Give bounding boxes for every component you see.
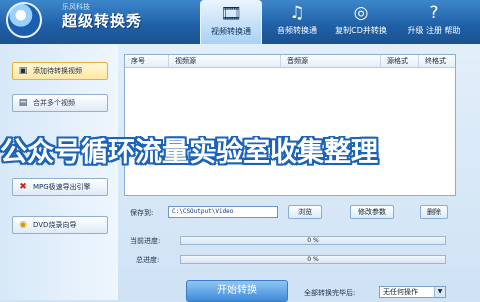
header-bar: 乐风科技 超级转换秀 🎞 视频转换通 ♫ 音频转换通 ◎ 复制CD并转换 ? 升… bbox=[0, 0, 480, 44]
save-path-field[interactable]: C:\CSOutput\Video bbox=[168, 206, 278, 218]
tab-audio-convert[interactable]: ♫ 音频转换通 bbox=[266, 0, 328, 44]
current-progress-bar: 0 % bbox=[180, 236, 446, 245]
total-progress-label: 总进度: bbox=[136, 256, 160, 264]
tab-label: 音频转换通 bbox=[277, 26, 317, 35]
sidebar-item-add-video[interactable]: ▣ 添加待转换视频 bbox=[12, 62, 108, 80]
current-progress-label: 当前进度: bbox=[130, 237, 161, 245]
column-header[interactable]: 音频源 bbox=[281, 55, 381, 67]
sidebar: ▣ 添加待转换视频 ▤ 合并多个视频 ✖ MPG极速导出引擎 ◉ DVD烧录向导 bbox=[0, 44, 118, 300]
conversion-list[interactable]: 序号 视频源 音频源 源格式 终格式 bbox=[124, 54, 456, 196]
tab-label: 升级 注册 帮助 bbox=[407, 26, 461, 35]
after-finish-label: 全部转换完毕后: bbox=[304, 289, 356, 297]
sidebar-item-label: DVD烧录向导 bbox=[33, 221, 77, 229]
watermark-text: 公众号循环流量实验室收集整理 bbox=[0, 137, 378, 168]
save-to-label: 保存到: bbox=[130, 209, 154, 217]
after-finish-select[interactable]: 无任何操作 ▼ bbox=[379, 286, 446, 298]
column-header[interactable]: 源格式 bbox=[381, 55, 419, 67]
sidebar-item-label: 添加待转换视频 bbox=[33, 67, 82, 75]
music-note-icon: ♫ bbox=[289, 3, 305, 23]
tab-upgrade-register-help[interactable]: ? 升级 注册 帮助 bbox=[394, 0, 474, 44]
tab-label: 复制CD并转换 bbox=[335, 26, 387, 35]
mpg-export-icon: ✖ bbox=[19, 182, 27, 192]
total-progress-bar: 0 % bbox=[180, 255, 446, 264]
sidebar-item-label: 合并多个视频 bbox=[33, 99, 75, 107]
app-title: 超级转换秀 bbox=[62, 12, 143, 30]
column-header[interactable]: 视频源 bbox=[169, 55, 281, 67]
sidebar-item-label: MPG极速导出引擎 bbox=[33, 183, 91, 191]
browse-button[interactable]: 浏览 bbox=[288, 205, 322, 219]
logo-icon bbox=[6, 2, 42, 38]
chevron-down-icon: ▼ bbox=[434, 287, 445, 297]
add-video-icon: ▣ bbox=[18, 66, 28, 76]
start-convert-button[interactable]: 开始转换 bbox=[186, 280, 288, 302]
tab-copy-cd[interactable]: ◎ 复制CD并转换 bbox=[330, 0, 392, 44]
after-finish-value: 无任何操作 bbox=[383, 288, 418, 296]
tab-label: 视频转换通 bbox=[211, 27, 251, 36]
merge-icon: ▤ bbox=[18, 98, 28, 108]
tab-video-convert[interactable]: 🎞 视频转换通 bbox=[200, 0, 262, 44]
sidebar-item-mpg-export[interactable]: ✖ MPG极速导出引擎 bbox=[12, 178, 108, 196]
column-header[interactable]: 序号 bbox=[125, 55, 169, 67]
help-icon: ? bbox=[429, 3, 439, 23]
sidebar-item-dvd-burn[interactable]: ◉ DVD烧录向导 bbox=[12, 216, 108, 234]
column-header[interactable]: 终格式 bbox=[419, 55, 455, 67]
app-window: 乐风科技 超级转换秀 🎞 视频转换通 ♫ 音频转换通 ◎ 复制CD并转换 ? 升… bbox=[0, 0, 480, 302]
list-header: 序号 视频源 音频源 源格式 终格式 bbox=[125, 55, 455, 68]
cd-icon: ◎ bbox=[353, 3, 369, 23]
film-icon: 🎞 bbox=[220, 4, 242, 24]
dvd-icon: ◉ bbox=[19, 220, 27, 230]
sidebar-item-merge-videos[interactable]: ▤ 合并多个视频 bbox=[12, 94, 108, 112]
delete-button[interactable]: 删除 bbox=[420, 205, 448, 219]
modify-params-button[interactable]: 修改参数 bbox=[350, 205, 394, 219]
